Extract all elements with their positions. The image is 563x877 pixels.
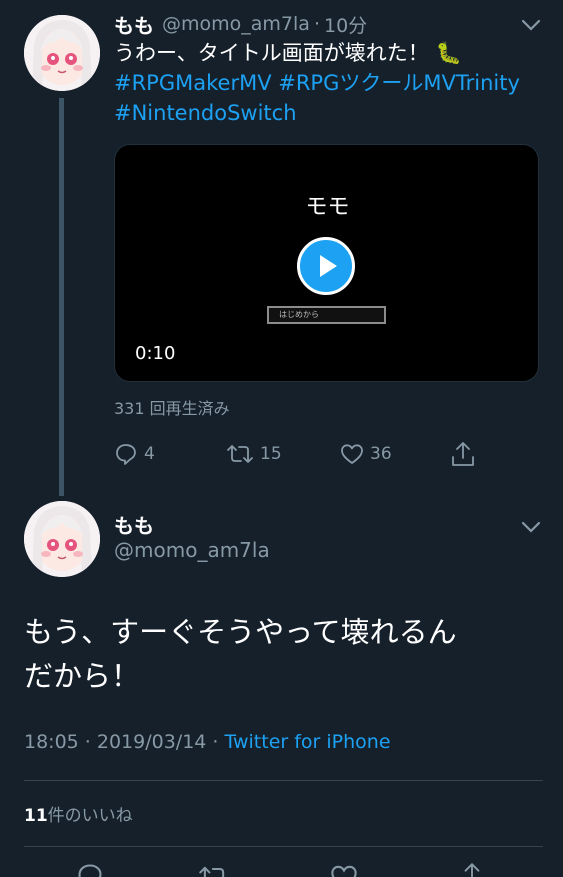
video-duration: 0:10 [135, 343, 176, 364]
share-button[interactable] [450, 440, 476, 468]
reply-icon [116, 444, 136, 465]
like-count: 36 [370, 444, 392, 464]
video-menu-box: はじめから [267, 306, 386, 324]
avatar[interactable] [24, 15, 100, 91]
reply-count: 4 [144, 444, 155, 464]
video-title: モモ [305, 195, 350, 220]
tweet-time[interactable]: 10分 [324, 11, 367, 38]
tweet-text: うわー、タイトル画面が壊れた！ 🐛 #RPGMakerMV #RPGツクールMV… [114, 38, 544, 128]
likes-summary[interactable]: 11件のいいね [24, 801, 133, 826]
retweet-icon[interactable] [198, 863, 230, 877]
source-link[interactable]: Twitter for iPhone [225, 731, 391, 753]
like-icon[interactable] [330, 863, 358, 877]
like-button[interactable]: 36 [340, 442, 392, 466]
reply-button[interactable]: 4 [114, 442, 155, 466]
caterpillar-emoji: 🐛 [435, 41, 462, 65]
tweet-text-line: うわー、タイトル画面が壊れた！ [114, 41, 429, 65]
tweet-header: もも @momo_am7la · 10分 [114, 10, 367, 38]
chevron-down-icon[interactable] [518, 516, 544, 538]
reply-icon[interactable] [76, 862, 104, 877]
retweet-icon [227, 445, 253, 463]
play-icon[interactable] [297, 237, 355, 295]
chevron-down-icon[interactable] [518, 14, 544, 36]
likes-label: 件のいいね [47, 806, 133, 826]
video-menu-text: はじめから [279, 310, 319, 319]
like-icon [341, 444, 363, 464]
video-player[interactable]: モモ はじめから 0:10 [114, 144, 539, 382]
user-handle[interactable]: @momo_am7la [162, 13, 310, 35]
retweet-count: 15 [260, 444, 282, 464]
hashtag-link[interactable]: #RPGツクールMVTrinity [278, 71, 520, 95]
avatar[interactable] [24, 501, 100, 577]
likes-count: 11 [24, 806, 48, 826]
share-icon[interactable] [458, 861, 486, 877]
display-name[interactable]: もも [114, 510, 154, 539]
retweet-button[interactable]: 15 [226, 442, 282, 466]
thread-line [59, 98, 64, 496]
tweet-text-line: もう、すーぐそうやって壊れるん [24, 615, 457, 649]
tweet-text-line: だから！ [24, 659, 141, 693]
user-handle[interactable]: @momo_am7la [114, 538, 270, 562]
detail-action-bar [0, 860, 563, 877]
tweet-actions: 4 15 36 [114, 440, 544, 470]
view-count: 331 回再生済み [114, 399, 230, 418]
divider [24, 846, 543, 847]
hashtag-link[interactable]: #RPGMakerMV [114, 71, 272, 95]
timestamp-text: 18:05 · 2019/03/14 · [24, 731, 225, 753]
tweet-text: もう、すーぐそうやって壊れるん だから！ [24, 610, 544, 698]
divider [24, 780, 543, 781]
separator-dot: · [313, 13, 320, 35]
share-icon [452, 442, 474, 466]
hashtag-link[interactable]: #NintendoSwitch [114, 101, 297, 125]
tweet-timestamp: 18:05 · 2019/03/14 · Twitter for iPhone [24, 731, 391, 753]
display-name[interactable]: もも [114, 10, 154, 39]
